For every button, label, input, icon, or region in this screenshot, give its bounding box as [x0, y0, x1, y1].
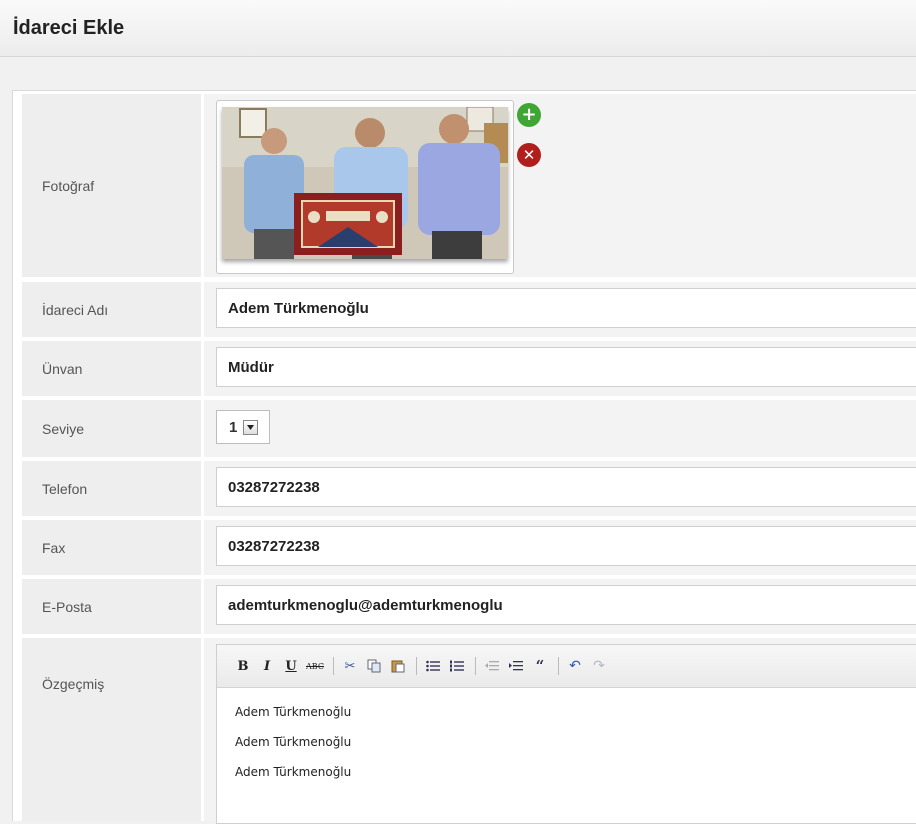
title-cell: Müdür	[204, 341, 916, 396]
bold-icon[interactable]: B	[232, 655, 254, 677]
email-cell: ademturkmenoglu@ademturkmenoglu	[204, 579, 916, 634]
fax-cell: 03287272238	[204, 520, 916, 575]
title-label: Ünvan	[22, 341, 201, 396]
photo-image[interactable]	[222, 107, 508, 259]
indent-icon[interactable]	[505, 655, 527, 677]
editor-toolbar: B I U ABC ✂ “ ↶ ↷	[217, 645, 916, 688]
editor-line: Adem Türkmenoğlu	[235, 735, 352, 749]
x-circle-icon: ✕	[522, 145, 536, 164]
add-photo-button[interactable]: +	[517, 103, 541, 127]
paste-icon[interactable]	[387, 655, 409, 677]
idareci-form: Fotoğraf + ✕ İdareci Adı Adem Türkmenoğl…	[12, 90, 916, 824]
editor-toolbar-buttons: B I U ABC ✂ “ ↶ ↷	[232, 655, 612, 677]
bio-editor: B I U ABC ✂ “ ↶ ↷ Adem Türkmenoğlu Adem …	[216, 644, 916, 824]
photo-frame	[216, 100, 514, 274]
redo-icon[interactable]: ↷	[588, 655, 610, 677]
photo-label: Fotoğraf	[22, 94, 201, 277]
phone-cell: 03287272238	[204, 461, 916, 516]
bio-label: Özgeçmiş	[22, 638, 201, 821]
name-label: İdareci Adı	[22, 282, 201, 337]
plus-circle-icon: +	[521, 104, 537, 125]
phone-label: Telefon	[22, 461, 201, 516]
email-input[interactable]: ademturkmenoglu@ademturkmenoglu	[216, 585, 916, 625]
strikethrough-icon[interactable]: ABC	[304, 655, 326, 677]
editor-line: Adem Türkmenoğlu	[235, 705, 352, 719]
toolbar-divider	[416, 657, 417, 675]
name-cell: Adem Türkmenoğlu	[204, 282, 916, 337]
phone-input[interactable]: 03287272238	[216, 467, 916, 507]
outdent-icon[interactable]	[481, 655, 503, 677]
name-input[interactable]: Adem Türkmenoğlu	[216, 288, 916, 328]
chevron-down-icon[interactable]	[243, 420, 258, 435]
level-select[interactable]: 1	[216, 410, 270, 444]
email-label: E-Posta	[22, 579, 201, 634]
undo-icon[interactable]: ↶	[564, 655, 586, 677]
italic-icon[interactable]: I	[256, 655, 278, 677]
blockquote-icon[interactable]: “	[529, 655, 551, 677]
bullet-list-icon[interactable]	[422, 655, 444, 677]
title-input[interactable]: Müdür	[216, 347, 916, 387]
toolbar-divider	[333, 657, 334, 675]
remove-photo-button[interactable]: ✕	[517, 143, 541, 167]
page-header: İdareci Ekle	[0, 0, 916, 57]
bio-cell: B I U ABC ✂ “ ↶ ↷ Adem Türkmenoğlu Adem …	[204, 638, 916, 824]
underline-icon[interactable]: U	[280, 655, 302, 677]
numbered-list-icon[interactable]	[446, 655, 468, 677]
toolbar-divider	[558, 657, 559, 675]
photo-cell: + ✕	[204, 94, 916, 277]
level-select-value: 1	[229, 418, 238, 436]
page-title: İdareci Ekle	[13, 17, 125, 39]
toolbar-divider	[475, 657, 476, 675]
copy-icon[interactable]	[363, 655, 385, 677]
level-label: Seviye	[22, 400, 201, 457]
bio-editor-content[interactable]: Adem Türkmenoğlu Adem Türkmenoğlu Adem T…	[235, 705, 351, 795]
level-cell: 1	[204, 400, 916, 457]
editor-line: Adem Türkmenoğlu	[235, 765, 352, 779]
fax-input[interactable]: 03287272238	[216, 526, 916, 566]
fax-label: Fax	[22, 520, 201, 575]
cut-icon[interactable]: ✂	[339, 655, 361, 677]
